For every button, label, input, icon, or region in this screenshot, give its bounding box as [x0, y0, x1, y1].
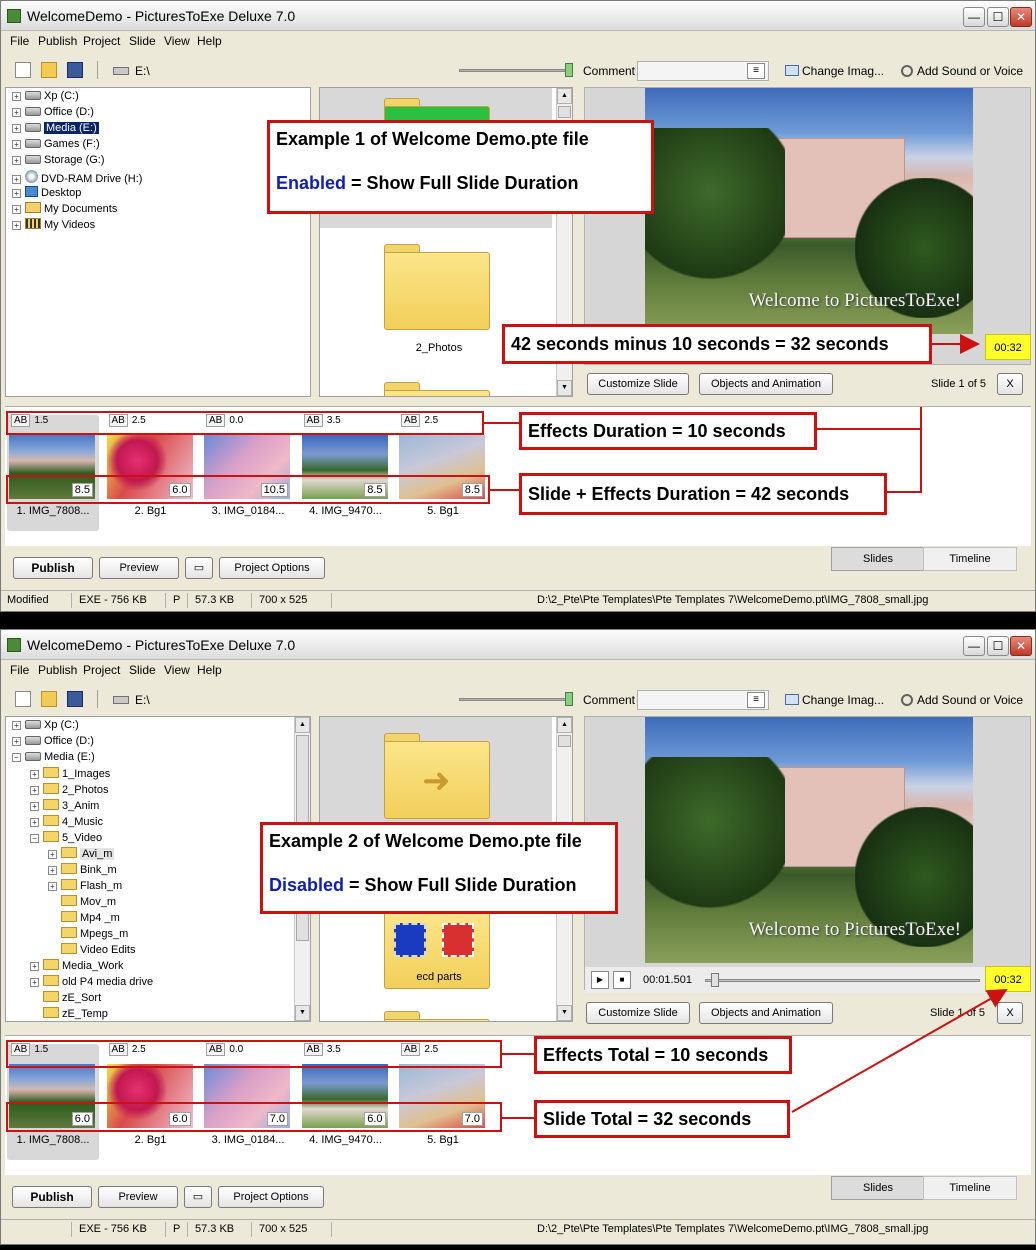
arrow-to-time-2	[791, 989, 1008, 1113]
effects-bracket-1	[817, 407, 922, 430]
annotation-connectors	[484, 334, 1008, 1119]
duration-bracket-1	[887, 429, 922, 493]
